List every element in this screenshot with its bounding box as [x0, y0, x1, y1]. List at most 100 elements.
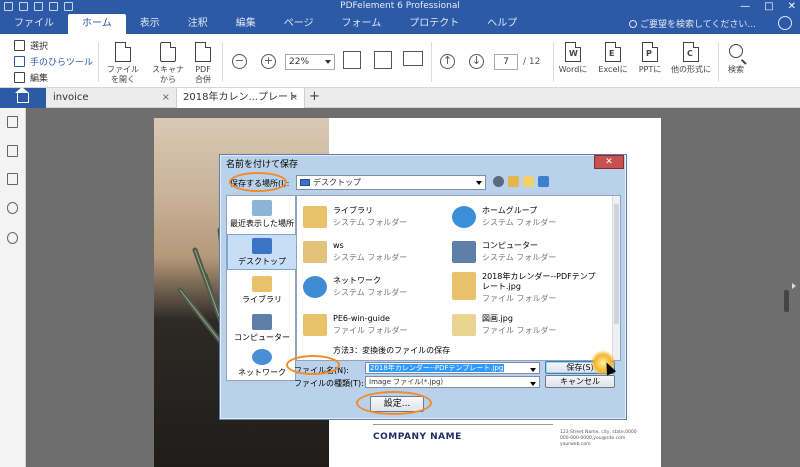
menu-edit[interactable]: 編集	[222, 14, 270, 34]
thumbnail-icon[interactable]	[7, 116, 18, 128]
hand-tool-label: 手のひらツール	[30, 57, 94, 68]
file-type: システム フォルダー	[333, 288, 408, 297]
scrollbar-thumb[interactable]	[614, 204, 619, 324]
website-line: yourweb.com	[560, 442, 591, 447]
hand-icon	[14, 55, 25, 67]
expand-right-panel-icon[interactable]	[792, 283, 796, 289]
menu-form[interactable]: フォーム	[328, 14, 396, 34]
next-page-icon[interactable]: ↓	[469, 54, 484, 69]
attachment-icon[interactable]	[7, 202, 18, 214]
menu-home[interactable]: ホーム	[68, 14, 126, 34]
excel-doc-icon: E	[605, 42, 621, 62]
edit-tool[interactable]: 編集	[14, 69, 93, 85]
list-item[interactable]: ネットワーク システム フォルダー	[303, 274, 453, 304]
help-search[interactable]: ご要望を検索してください...	[628, 17, 756, 30]
list-item[interactable]: ws システム フォルダー	[303, 239, 453, 269]
select-tool[interactable]: 選択	[14, 37, 93, 53]
list-item[interactable]: PE6-win-guide ファイル フォルダー	[303, 312, 453, 342]
place-desktop[interactable]: デスクトップ	[227, 234, 297, 270]
zoom-select[interactable]: 22%	[285, 54, 335, 70]
comment-icon[interactable]	[7, 173, 18, 185]
place-recent-label: 最近表示した場所	[230, 219, 294, 228]
tab-invoice-label: invoice	[53, 92, 89, 103]
maximize-button[interactable]: □	[764, 1, 773, 12]
search-icon	[729, 44, 743, 58]
home-tab[interactable]	[0, 87, 46, 108]
file-type-select[interactable]: Image ファイル(*.jpg)	[365, 376, 540, 388]
zoom-out-icon[interactable]: −	[232, 54, 247, 69]
scanner-button[interactable]: スキャナ から	[148, 42, 188, 85]
fit-page-icon[interactable]	[343, 51, 361, 69]
fit-width-icon[interactable]	[374, 51, 392, 69]
page-number-input[interactable]: 7	[494, 54, 518, 70]
folder-icon	[452, 314, 476, 336]
fullscreen-icon[interactable]	[403, 51, 423, 66]
tab-calendar-label: 2018年カレン...プレート	[183, 92, 298, 103]
ribbon-toolbar: 選択 手のひらツール 編集 ファイル を開く スキャナ から PDF 合併 − …	[0, 34, 800, 88]
account-icon[interactable]	[778, 16, 792, 30]
search-button[interactable]: 検索	[728, 42, 744, 75]
to-other-format-button[interactable]: C 他の形式に	[668, 42, 714, 75]
list-item[interactable]: 図画.jpg ファイル フォルダー	[452, 312, 602, 342]
tab-calendar-template[interactable]: 2018年カレン...プレート ×	[177, 88, 305, 108]
library-icon	[252, 276, 272, 292]
recent-places-icon	[252, 200, 272, 216]
tab-close-icon[interactable]: ×	[162, 88, 170, 108]
save-as-dialog: 名前を付けて保存 ✕ 保存する場所(I): デスクトップ 最近表示した場所 デス…	[219, 154, 627, 420]
cancel-button[interactable]: キャンセル	[545, 375, 615, 388]
place-recent[interactable]: 最近表示した場所	[227, 200, 297, 229]
to-ppt-button[interactable]: P PPTに	[635, 42, 665, 75]
lightbulb-icon	[628, 20, 637, 28]
list-item[interactable]: 2018年カレンダー--PDFテンプレート.jpg ファイル フォルダー	[452, 270, 602, 306]
previous-page-icon[interactable]: ↑	[440, 54, 455, 69]
save-in-select[interactable]: デスクトップ	[296, 175, 486, 190]
menu-view[interactable]: 表示	[126, 14, 174, 34]
search-icon[interactable]	[7, 232, 18, 244]
close-window-button[interactable]: ✕	[788, 1, 796, 12]
minimize-button[interactable]: —	[740, 1, 750, 12]
dialog-close-button[interactable]: ✕	[594, 155, 624, 169]
desktop-icon	[252, 238, 272, 254]
list-item[interactable]: コンピューター システム フォルダー	[452, 239, 602, 269]
vertical-scrollbar[interactable]	[784, 290, 789, 312]
new-folder-icon[interactable]	[523, 176, 534, 187]
chevron-down-icon	[325, 60, 331, 64]
menu-comment[interactable]: 注釈	[174, 14, 222, 34]
tab-close-icon[interactable]: ×	[290, 88, 298, 108]
scanner-label-2: から	[160, 75, 176, 84]
menu-file[interactable]: ファイル	[0, 14, 68, 34]
to-excel-button[interactable]: E Excelに	[596, 42, 630, 75]
file-name-input[interactable]: 2018年カレンダー--PDFテンプレート.jpg	[365, 362, 540, 374]
library-folder-icon	[303, 206, 327, 228]
menu-page[interactable]: ページ	[270, 14, 328, 34]
to-excel-label: Excelに	[598, 65, 628, 74]
to-word-button[interactable]: W Wordに	[558, 42, 588, 75]
word-doc-icon: W	[565, 42, 581, 62]
menu-protect[interactable]: プロテクト	[395, 14, 473, 34]
folder-icon	[303, 314, 327, 336]
up-folder-icon[interactable]	[508, 176, 519, 187]
menu-help[interactable]: ヘルプ	[473, 14, 531, 34]
ribbon-divider	[553, 42, 554, 82]
back-icon[interactable]	[493, 176, 504, 187]
tab-invoice[interactable]: invoice ×	[47, 88, 177, 108]
open-file-label-2: を開く	[111, 75, 135, 84]
select-tool-label: 選択	[30, 41, 49, 52]
hand-tool[interactable]: 手のひらツール	[14, 53, 93, 69]
company-name: COMPANY NAME	[373, 432, 462, 442]
add-tab-button[interactable]: +	[309, 89, 320, 104]
open-file-button[interactable]: ファイル を開く	[106, 42, 140, 85]
bookmark-icon[interactable]	[7, 145, 18, 157]
file-name-value: 2018年カレンダー--PDFテンプレート.jpg	[369, 364, 505, 372]
file-list-scrollbar[interactable]	[612, 196, 620, 360]
ribbon-divider	[98, 42, 99, 82]
place-library[interactable]: ライブラリ	[227, 276, 297, 305]
place-computer[interactable]: コンピューター	[227, 314, 297, 343]
pdf-combine-button[interactable]: PDF 合併	[190, 42, 216, 85]
zoom-in-icon[interactable]: +	[261, 54, 276, 69]
list-item[interactable]: ホームグループ システム フォルダー	[452, 204, 602, 234]
scanner-icon	[160, 42, 176, 62]
view-menu-icon[interactable]	[538, 176, 549, 187]
list-item[interactable]: ライブラリ システム フォルダー	[303, 204, 453, 234]
place-computer-label: コンピューター	[234, 333, 290, 342]
